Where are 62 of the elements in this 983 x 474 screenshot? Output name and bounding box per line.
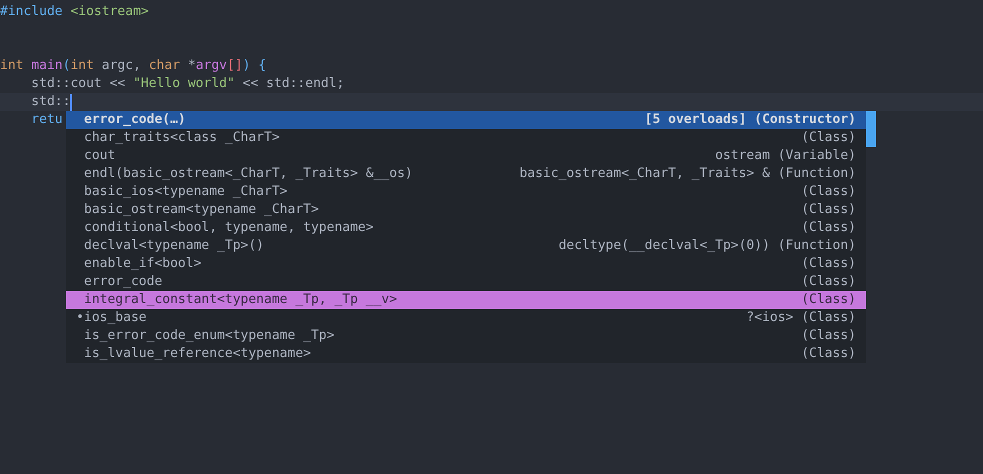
completion-detail: (Class) — [800, 255, 856, 273]
completion-detail: (Class) — [800, 201, 856, 219]
completion-item[interactable]: cout ostream (Variable) — [66, 147, 866, 165]
code-token: argc, — [100, 57, 142, 75]
code-token: int — [70, 57, 94, 75]
completion-label: basic_ios<typename _CharT> — [84, 183, 288, 201]
completion-item[interactable]: is_lvalue_reference<typename> (Class) — [66, 345, 866, 363]
completion-label: error_code — [84, 273, 162, 291]
code-token: std:: — [30, 93, 70, 111]
completion-item[interactable]: enable_if<bool> (Class) — [66, 255, 866, 273]
completion-item[interactable]: basic_ios<typename _CharT> (Class) — [66, 183, 866, 201]
bullet-mark: • — [76, 309, 84, 327]
completion-label: conditional<bool, typename, typename> — [84, 219, 374, 237]
text-cursor — [70, 94, 72, 110]
completion-detail: ostream (Variable) — [714, 147, 856, 165]
completion-label: integral_constant<typename _Tp, _Tp __v> — [84, 291, 398, 309]
completion-label: char_traits<class _CharT> — [84, 129, 280, 147]
code-token: retu — [30, 111, 63, 129]
code-token: "Hello world" — [133, 75, 235, 93]
completion-label: error_code(…) — [84, 111, 186, 129]
completion-item[interactable]: integral_constant<typename _Tp, _Tp __v> (Class) — [66, 291, 866, 309]
code-token: << std::endl; — [242, 75, 344, 93]
completion-label: basic_ostream<typename _CharT> — [84, 201, 319, 219]
completion-detail: ?<ios> (Class) — [745, 309, 856, 327]
completion-item[interactable]: declval<typename _Tp>() decltype(__declval<_Tp>(0)) (Function) — [66, 237, 866, 255]
code-token: main — [31, 57, 63, 75]
completion-detail: (Class) — [800, 273, 856, 291]
completion-item[interactable]: conditional<bool, typename, typename> (Class) — [66, 219, 866, 237]
code-token: * — [186, 57, 196, 75]
completion-label: ios_base — [84, 309, 147, 327]
completion-label: declval<typename _Tp>() — [84, 237, 264, 255]
completion-item[interactable]: char_traits<class _CharT> (Class) — [66, 129, 866, 147]
completion-detail: basic_ostream<_CharT, _Traits> & (Function) — [518, 165, 856, 183]
code-token: #include — [0, 3, 64, 21]
completion-detail: (Class) — [800, 219, 856, 237]
code-token: std::cout << — [30, 75, 126, 93]
code-token: [] — [227, 57, 243, 75]
completion-detail: (Class) — [800, 129, 856, 147]
code-token: ( — [62, 57, 70, 75]
code-token: char — [148, 57, 180, 75]
completion-detail: (Class) — [800, 327, 856, 345]
completion-detail: (Class) — [800, 291, 856, 309]
code-token: ) { — [242, 57, 266, 75]
completion-detail: decltype(__declval<_Tp>(0)) (Function) — [558, 237, 856, 255]
scrollbar-thumb[interactable] — [866, 111, 876, 147]
code-token: argv — [196, 57, 228, 75]
completion-item[interactable]: is_error_code_enum<typename _Tp> (Class) — [66, 327, 866, 345]
completion-label: enable_if<bool> — [84, 255, 202, 273]
completion-item[interactable]: error_code(…) [5 overloads] (Constructor) — [66, 111, 866, 129]
completion-label: is_error_code_enum<typename _Tp> — [84, 327, 334, 345]
completion-item[interactable]: error_code (Class) — [66, 273, 866, 291]
completion-label: cout — [84, 147, 116, 165]
code-token: int — [0, 57, 24, 75]
completion-label: endl(basic_ostream<_CharT, _Traits> &__os) — [84, 165, 413, 183]
completion-item[interactable]: endl(basic_ostream<_CharT, _Traits> &__os) basic_ostream<_CharT, _Traits> & (Function) — [66, 165, 866, 183]
completion-item[interactable]: •ios_base ?<ios> (Class) — [66, 309, 866, 327]
code-token: <iostream> — [70, 3, 149, 21]
completion-item[interactable]: basic_ostream<typename _CharT> (Class) — [66, 201, 866, 219]
completion-label: is_lvalue_reference<typename> — [84, 345, 311, 363]
completion-detail: [5 overloads] (Constructor) — [644, 111, 856, 129]
completion-detail: (Class) — [800, 345, 856, 363]
completion-detail: (Class) — [800, 183, 856, 201]
